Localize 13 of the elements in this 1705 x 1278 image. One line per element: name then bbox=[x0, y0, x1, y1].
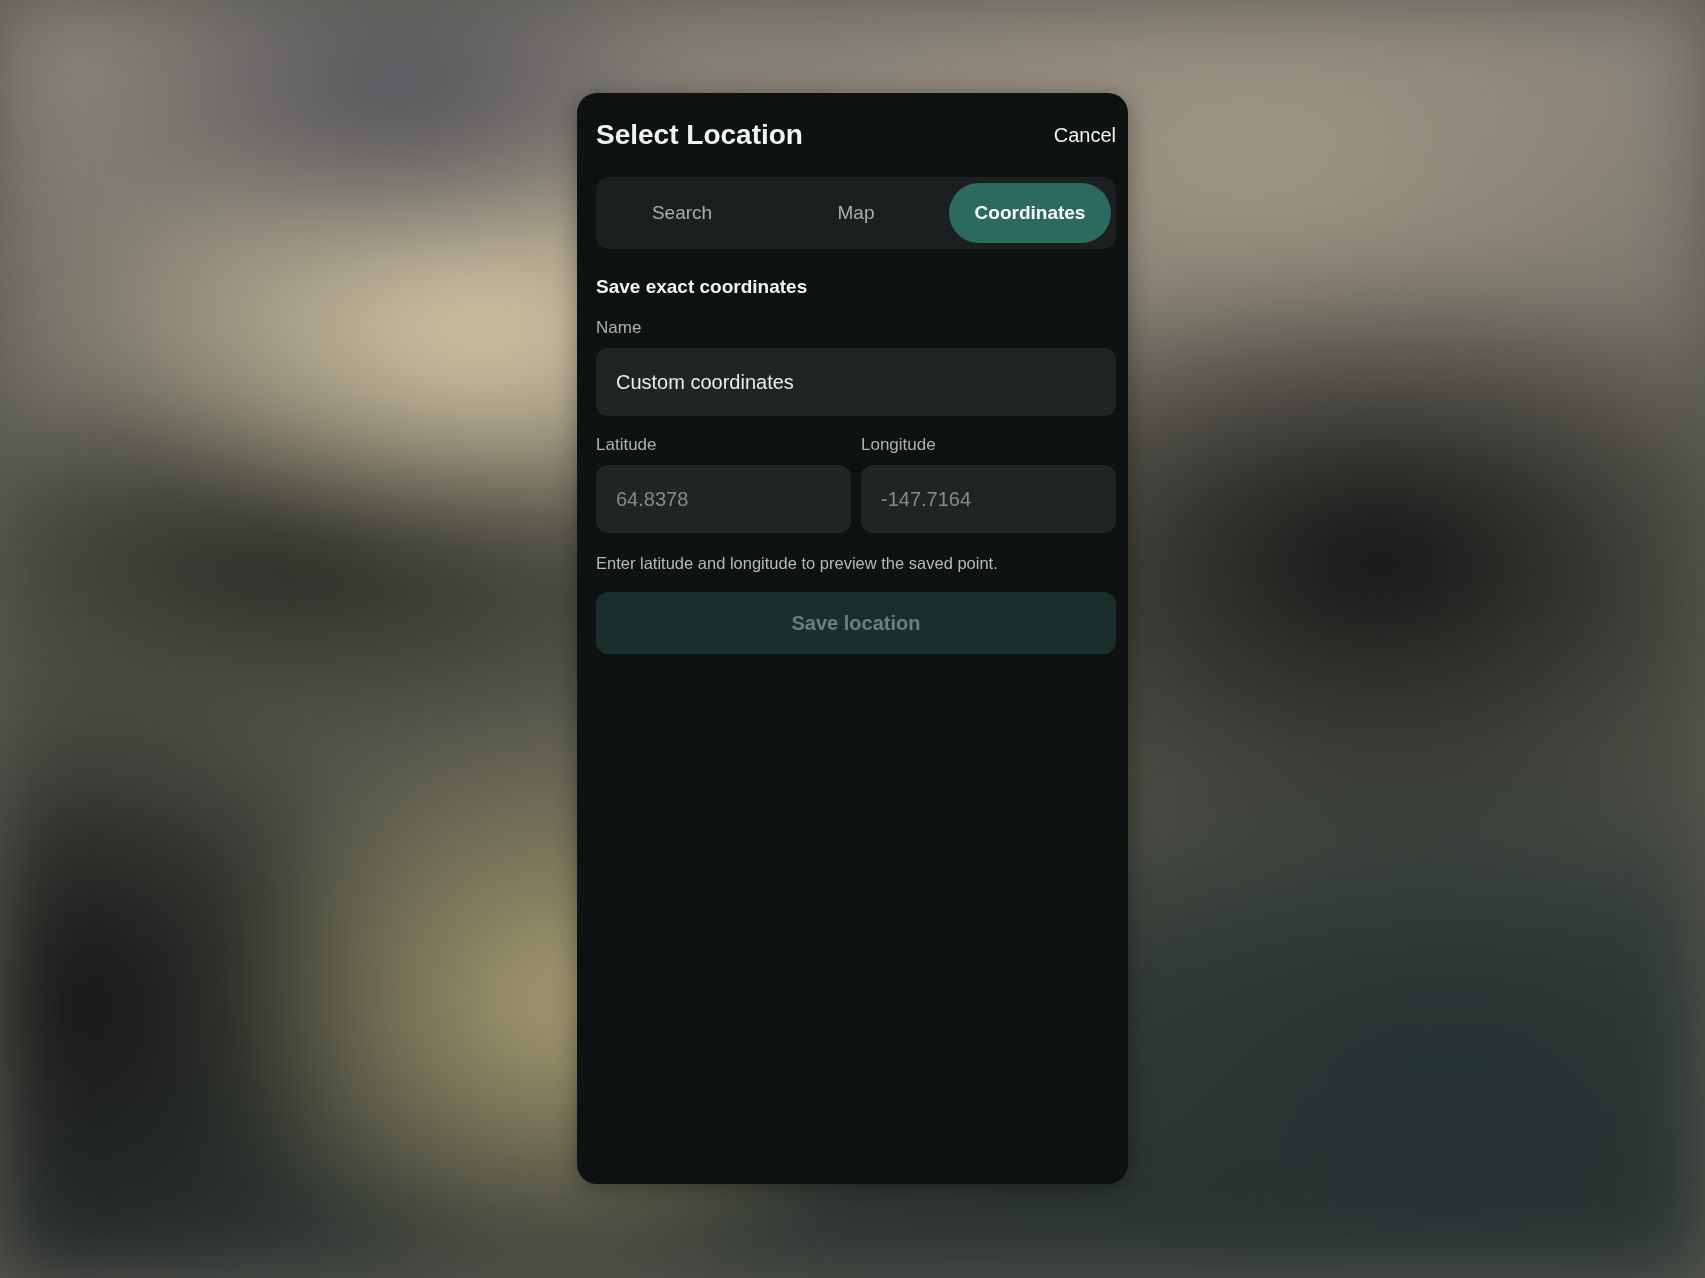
field-label: Longitude bbox=[861, 434, 936, 456]
field-label: Latitude bbox=[596, 434, 657, 456]
tab[interactable]: Search bbox=[601, 183, 763, 243]
section-heading: Save exact coordinates bbox=[596, 275, 808, 299]
input-field[interactable]: -147.7164 bbox=[861, 465, 1116, 533]
tab[interactable]: Coordinates bbox=[949, 183, 1111, 243]
input-field[interactable]: 64.8378 bbox=[596, 465, 851, 533]
tab[interactable]: Map bbox=[775, 183, 937, 243]
field-label: Name bbox=[596, 317, 642, 339]
input-field[interactable]: Custom coordinates bbox=[596, 348, 1116, 416]
cancel-button[interactable]: Cancel bbox=[1053, 122, 1116, 148]
dialog-title: Select Location bbox=[596, 118, 803, 152]
hint-text: Enter latitude and longitude to preview the saved point. bbox=[596, 553, 998, 574]
